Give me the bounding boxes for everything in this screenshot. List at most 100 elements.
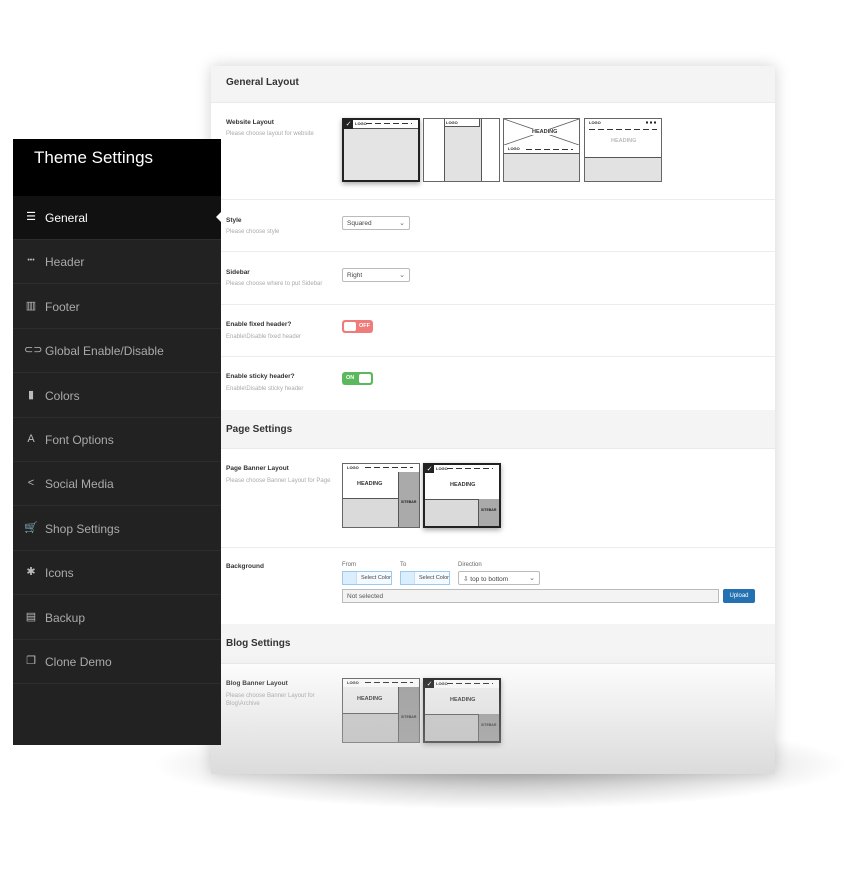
share-icon: < (27, 477, 35, 490)
page-banner-desc: Please choose Banner Layout for Page (226, 478, 331, 484)
sidebar-item-icons[interactable]: ✱ Icons (13, 551, 221, 596)
thumb-menu (365, 467, 413, 468)
toggle-state: OFF (359, 323, 370, 329)
thumb-menu (589, 129, 657, 130)
chevron-down-icon: ⌄ (399, 272, 405, 279)
sidebar-item-label: Shop Settings (45, 521, 120, 536)
toggle-knob (359, 374, 371, 383)
page-banner-option-sidebar[interactable]: LOGO HEADING SITEBAR (342, 463, 420, 528)
blog-banner-option-full[interactable]: ✓ LOGO HEADING SITEBAR (423, 678, 501, 743)
sidebar-select[interactable]: Right ⌄ (342, 268, 410, 282)
upload-button[interactable]: Upload (723, 589, 755, 603)
thumb-menu (365, 682, 413, 683)
sidebar-item-label: Footer (45, 299, 80, 314)
style-select[interactable]: Squared ⌄ (342, 216, 410, 230)
sidebar-item-label: Font Options (45, 433, 114, 447)
layout-option-banner[interactable]: HEADING LOGO (503, 118, 580, 182)
thumb-menu (447, 468, 493, 469)
thumb-logo: LOGO (508, 146, 520, 151)
sidebar-item-font-options[interactable]: A Font Options (13, 418, 221, 462)
thumb-heading: HEADING (611, 138, 637, 144)
thumb-logo: LOGO (446, 120, 458, 125)
fixed-header-desc: Enable\Disable fixed header (226, 334, 302, 340)
sidebar-item-colors[interactable]: ▮ Colors (13, 374, 221, 418)
sidebar-item-clone-demo[interactable]: ❐ Clone Demo (13, 640, 221, 684)
font-icon: A (27, 433, 35, 445)
thumb-heading: HEADING (450, 482, 476, 488)
thumb-logo: LOGO (436, 681, 448, 686)
thumb-banner: HEADING (425, 473, 499, 500)
toggle-state: ON (346, 375, 355, 381)
layout-icon: ▥ (25, 299, 37, 312)
active-pointer (216, 212, 221, 222)
thumb-banner: HEADING (425, 688, 499, 715)
clone-icon: ❐ (26, 655, 36, 667)
fixed-header-toggle[interactable]: OFF (342, 320, 373, 333)
thumb-heading: HEADING (530, 129, 560, 135)
style-desc: Please choose style (226, 229, 280, 235)
thumb-body (444, 119, 482, 181)
layout-option-boxed[interactable]: LOGO (423, 118, 500, 182)
sidebar-item-global-enable-disable[interactable]: ⊂⊃ Global Enable/Disable (13, 329, 221, 374)
file-icon: ▤ (25, 610, 37, 623)
thumb-heading: HEADING (450, 697, 476, 703)
section-general-layout: General Layout (211, 66, 775, 103)
thumb-sidebar-label: SITEBAR (481, 723, 497, 727)
thumb-menu (366, 123, 412, 124)
from-color-picker[interactable]: Select Color (342, 571, 392, 585)
divider (211, 356, 775, 357)
fixed-header-label: Enable fixed header? (226, 321, 292, 328)
blog-banner-label: Blog Banner Layout (226, 680, 288, 687)
thumb-logo: LOGO (355, 121, 367, 126)
thumb-sidebar: SITEBAR (398, 472, 419, 527)
sidebar-item-shop-settings[interactable]: 🛒 Shop Settings (13, 507, 221, 551)
direction-label: Direction (458, 562, 482, 568)
sidebar-item-header[interactable]: ••• Header (13, 240, 221, 285)
sidebar-item-label: Header (45, 255, 85, 270)
style-label: Style (226, 217, 242, 224)
sidebar-item-label: Social Media (45, 477, 114, 492)
toggle-knob (344, 322, 356, 331)
theme-settings-sidebar: Theme Settings ☰ General ••• Header ▥ Footer ⊂… (13, 139, 221, 745)
thumb-sidebar-label: SITEBAR (401, 715, 417, 719)
blog-banner-desc: Please choose Banner Layout for Blog\Arc… (226, 693, 315, 707)
thumb-sidebar-label: SITEBAR (481, 508, 497, 512)
divider (211, 304, 775, 305)
dots-icon: ••• (27, 257, 35, 265)
section-blog-settings: Blog Settings (211, 624, 775, 664)
divider (211, 547, 775, 548)
sidebar-item-footer[interactable]: ▥ Footer (13, 285, 221, 329)
cart-icon: 🛒 (24, 521, 38, 534)
thumb-banner: HEADING (504, 119, 579, 146)
website-layout-label: Website Layout (226, 119, 274, 126)
blog-banner-option-sidebar[interactable]: LOGO HEADING SITEBAR (342, 678, 420, 743)
background-label: Background (226, 563, 264, 570)
section-title: General Layout (226, 77, 299, 88)
sticky-header-toggle[interactable]: ON (342, 372, 373, 385)
to-color-picker[interactable]: Select Color (400, 571, 450, 585)
sliders-icon: ☰ (26, 211, 36, 223)
check-icon: ✓ (344, 120, 353, 129)
thumb-logo: LOGO (347, 680, 359, 685)
sidebar-item-backup[interactable]: ▤ Backup (13, 596, 221, 640)
direction-value: top to bottom (470, 576, 509, 583)
layout-option-wide[interactable]: ✓ LOGO (342, 118, 420, 182)
thumb-sidebar: SITEBAR (398, 687, 419, 742)
sidebar-item-label: Backup (45, 610, 86, 625)
sidebar-item-social-media[interactable]: < Social Media (13, 462, 221, 507)
direction-select[interactable]: ⇩ top to bottom ⌄ (458, 571, 540, 585)
chevron-down-icon: ⌄ (529, 575, 535, 582)
from-label: From (342, 562, 356, 568)
chevron-down-icon: ⌄ (399, 220, 405, 227)
sidebar-label: Sidebar (226, 269, 250, 276)
divider (211, 199, 775, 200)
thumb-heading: HEADING (357, 481, 383, 487)
page-banner-option-full[interactable]: ✓ LOGO HEADING SITEBAR (423, 463, 501, 528)
thumb-heading: HEADING (357, 696, 383, 702)
sidebar-title: Theme Settings (34, 148, 154, 167)
sidebar-item-general[interactable]: ☰ General (13, 196, 221, 240)
sidebar-item-label: Icons (45, 566, 74, 581)
select-color-text: Select Color (419, 575, 449, 581)
layout-option-transparent[interactable]: LOGO HEADING (584, 118, 662, 182)
background-file-field[interactable]: Not selected (342, 589, 719, 603)
